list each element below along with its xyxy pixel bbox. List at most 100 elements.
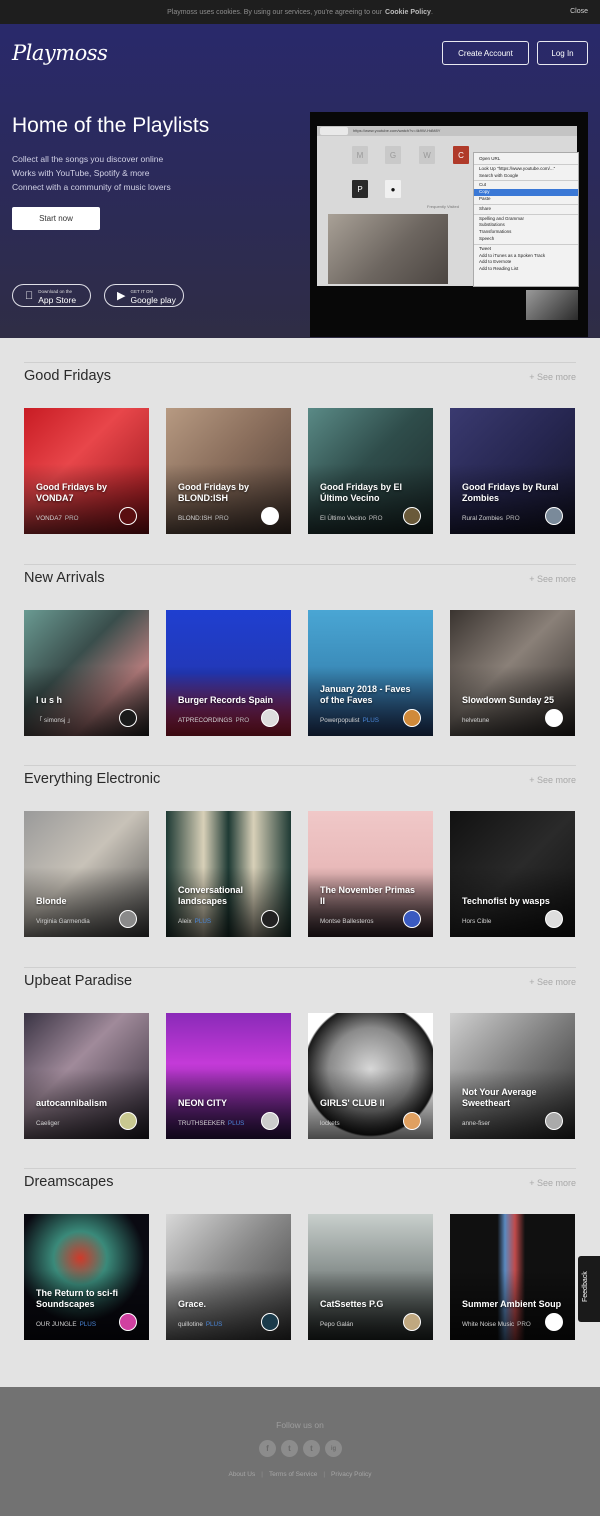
playlist-owner[interactable]: VONDA7 PRO <box>36 515 79 522</box>
owner-avatar[interactable] <box>545 1111 563 1130</box>
owner-name[interactable]: Rural Zombies <box>462 515 503 522</box>
owner-name[interactable]: ATPRECORDINGS <box>178 717 232 724</box>
playlist-card[interactable]: Good Fridays by Rural Zombies Rural Zombi… <box>450 408 575 534</box>
playlist-card[interactable]: GIRLS' CLUB II lockets <box>308 1012 433 1139</box>
owner-avatar[interactable] <box>403 910 421 928</box>
owner-name[interactable]: helvetune <box>462 717 489 724</box>
owner-avatar[interactable] <box>545 708 563 727</box>
playlist-owner[interactable]: Virginia Garmendia <box>36 918 90 925</box>
owner-name[interactable]: VONDA7 <box>36 515 62 522</box>
playlist-owner[interactable]: TRUTHSEEKER PLUS <box>178 1120 244 1127</box>
login-button[interactable]: Log In <box>537 41 588 65</box>
section-title[interactable]: Everything Electronic <box>24 771 160 787</box>
instagram-icon[interactable]: ig <box>325 1440 342 1457</box>
owner-avatar[interactable] <box>545 1313 563 1331</box>
playlist-owner[interactable]: Montse Ballesteros <box>320 918 374 925</box>
section-title[interactable]: Dreamscapes <box>24 1174 113 1190</box>
playlist-title[interactable]: The Return to sci-fi Soundscapes <box>36 1288 137 1310</box>
owner-name[interactable]: White Noise Music <box>462 1321 514 1328</box>
playlist-title[interactable]: The November Primas II <box>320 885 421 907</box>
see-more-link[interactable]: + See more <box>529 977 576 987</box>
playlist-card[interactable]: The Return to sci-fi Soundscapes OUR JUNG… <box>24 1214 149 1340</box>
owner-avatar[interactable] <box>261 708 279 727</box>
playlist-owner[interactable]: ATPRECORDINGS PRO <box>178 717 249 724</box>
see-more-link[interactable]: + See more <box>529 574 576 584</box>
playlist-title[interactable]: autocannibalism <box>36 1098 137 1109</box>
owner-avatar[interactable] <box>261 910 279 928</box>
playlist-title[interactable]: Good Fridays by El Último Vecino <box>320 482 421 504</box>
owner-name[interactable]: Powerpopulist <box>320 717 360 724</box>
playlist-card[interactable]: Burger Records Spain ATPRECORDINGS PRO <box>166 609 291 736</box>
owner-avatar[interactable] <box>403 1313 421 1331</box>
playlist-title[interactable]: Summer Ambient Soup <box>462 1299 563 1310</box>
playlist-card[interactable]: Summer Ambient Soup White Noise Music PRO <box>450 1214 575 1340</box>
google-play-button[interactable]: ▶ GET IT ON Google play <box>104 284 184 307</box>
cookie-policy-link[interactable]: Cookie Policy <box>385 9 431 16</box>
see-more-link[interactable]: + See more <box>529 372 576 382</box>
owner-avatar[interactable] <box>403 708 421 727</box>
owner-name[interactable]: Aleix <box>178 918 192 925</box>
owner-name[interactable]: BLOND:ISH <box>178 515 212 522</box>
owner-avatar[interactable] <box>403 1111 421 1130</box>
playlist-title[interactable]: Grace. <box>178 1299 279 1310</box>
playlist-card[interactable]: CatSsettes P.G Pepo Galán <box>308 1214 433 1340</box>
playlist-card[interactable]: The November Primas II Montse Ballesteros <box>308 811 433 937</box>
see-more-link[interactable]: + See more <box>529 1178 576 1188</box>
owner-avatar[interactable] <box>261 1313 279 1331</box>
playlist-owner[interactable]: Hors Cible <box>462 918 491 925</box>
owner-avatar[interactable] <box>261 1111 279 1130</box>
playlist-title[interactable]: Good Fridays by BLOND:ISH <box>178 482 279 504</box>
terms-link[interactable]: Terms of Service <box>263 1471 323 1478</box>
playmoss-logo[interactable]: Playmoss <box>12 41 108 65</box>
playlist-owner[interactable]: helvetune <box>462 717 489 724</box>
playlist-card[interactable]: Slowdown Sunday 25 helvetune <box>450 609 575 736</box>
playlist-owner[interactable]: Powerpopulist PLUS <box>320 717 379 724</box>
playlist-card[interactable]: Blonde Virginia Garmendia <box>24 811 149 937</box>
playlist-title[interactable]: Burger Records Spain <box>178 695 279 706</box>
owner-avatar[interactable] <box>119 1313 137 1331</box>
feedback-button[interactable]: Feedback <box>578 1256 600 1322</box>
playlist-title[interactable]: Good Fridays by Rural Zombies <box>462 482 563 504</box>
tumblr-icon[interactable]: t <box>303 1440 320 1457</box>
playlist-title[interactable]: l u s h <box>36 695 137 706</box>
owner-avatar[interactable] <box>403 507 421 525</box>
owner-name[interactable]: quillotine <box>178 1321 203 1328</box>
twitter-icon[interactable]: t <box>281 1440 298 1457</box>
owner-name[interactable]: anne-fiser <box>462 1120 490 1127</box>
playlist-title[interactable]: Good Fridays by VONDA7 <box>36 482 137 504</box>
create-account-button[interactable]: Create Account <box>442 41 529 65</box>
section-title[interactable]: Good Fridays <box>24 368 111 384</box>
playlist-card[interactable]: Not Your Average Sweetheart anne-fiser <box>450 1012 575 1139</box>
playlist-card[interactable]: l u s h 「 simonsj 」 <box>24 609 149 736</box>
see-more-link[interactable]: + See more <box>529 775 576 785</box>
playlist-owner[interactable]: OUR JUNGLE PLUS <box>36 1321 96 1328</box>
playlist-owner[interactable]: Pepo Galán <box>320 1321 353 1328</box>
owner-name[interactable]: OUR JUNGLE <box>36 1321 77 1328</box>
playlist-card[interactable]: Grace. quillotine PLUS <box>166 1214 291 1340</box>
playlist-title[interactable]: GIRLS' CLUB II <box>320 1098 421 1109</box>
playlist-owner[interactable]: Rural Zombies PRO <box>462 515 520 522</box>
playlist-owner[interactable]: quillotine PLUS <box>178 1321 222 1328</box>
playlist-owner[interactable]: BLOND:ISH PRO <box>178 515 229 522</box>
owner-name[interactable]: 「 simonsj 」 <box>36 717 73 724</box>
playlist-title[interactable]: January 2018 - Faves of the Faves <box>320 684 421 706</box>
privacy-link[interactable]: Privacy Policy <box>325 1471 377 1478</box>
playlist-owner[interactable]: Aleix PLUS <box>178 918 211 925</box>
playlist-owner[interactable]: 「 simonsj 」 <box>36 715 73 724</box>
playlist-title[interactable]: Technofist by wasps <box>462 896 563 907</box>
playlist-card[interactable]: Conversational landscapes Aleix PLUS <box>166 811 291 937</box>
playlist-owner[interactable]: lockets <box>320 1120 340 1127</box>
owner-name[interactable]: Montse Ballesteros <box>320 918 374 925</box>
owner-avatar[interactable] <box>545 507 563 525</box>
owner-name[interactable]: TRUTHSEEKER <box>178 1120 225 1127</box>
owner-name[interactable]: El Último Vecino <box>320 515 366 522</box>
playlist-title[interactable]: CatSsettes P.G <box>320 1299 421 1310</box>
owner-avatar[interactable] <box>261 507 279 525</box>
playlist-owner[interactable]: Caeliger <box>36 1120 59 1127</box>
owner-name[interactable]: lockets <box>320 1120 340 1127</box>
playlist-card[interactable]: NEON CITY TRUTHSEEKER PLUS <box>166 1012 291 1139</box>
owner-name[interactable]: Pepo Galán <box>320 1321 353 1328</box>
playlist-card[interactable]: January 2018 - Faves of the Faves Powerpo… <box>308 609 433 736</box>
playlist-title[interactable]: Conversational landscapes <box>178 885 279 907</box>
cookie-close-button[interactable]: Close <box>570 8 588 15</box>
